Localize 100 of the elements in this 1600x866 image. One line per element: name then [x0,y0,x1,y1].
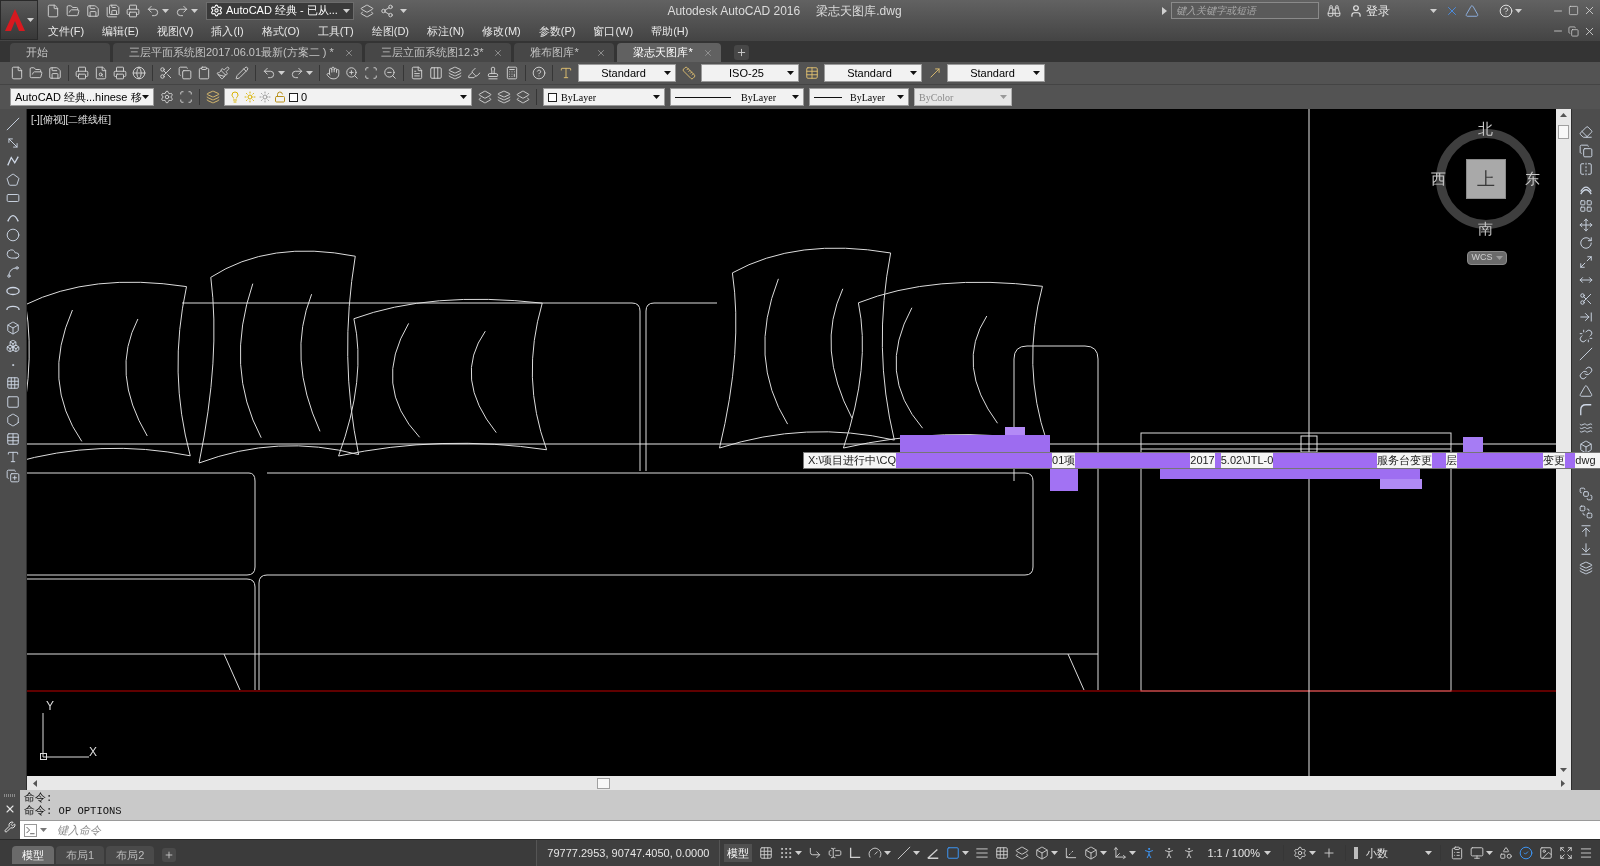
circle-icon[interactable] [6,228,20,242]
help-icon[interactable] [532,66,546,80]
table-icon[interactable] [6,431,20,446]
caret-icon[interactable] [343,8,350,13]
corner-arrow-icon[interactable] [808,846,823,860]
layers-icon[interactable] [206,90,220,104]
stamp-icon[interactable] [486,66,500,80]
bring-to-front-icon[interactable] [1579,486,1593,501]
file-icon[interactable] [10,66,24,80]
scrollbar-thumb[interactable] [1558,125,1569,139]
caret-icon[interactable] [787,71,794,75]
style-dropdown[interactable]: ISO-25 [701,64,799,82]
cube-icon[interactable] [1084,846,1099,860]
compass-label[interactable]: 北 [1478,120,1493,137]
layers-icon[interactable] [1579,560,1593,575]
save-icon[interactable] [48,66,62,80]
compass-label[interactable]: 西 [1431,170,1446,187]
menu-item[interactable]: 绘图(D) [369,22,411,40]
globe-icon[interactable] [132,66,146,80]
model-space-button[interactable]: 模型 [724,844,753,862]
caret-icon[interactable] [664,71,671,75]
calculator-icon[interactable] [505,66,519,80]
caret-icon[interactable] [1129,851,1137,855]
units-dropdown[interactable]: 小数 [1352,844,1434,862]
ruler-icon[interactable] [682,66,696,80]
text-icon[interactable] [6,450,20,464]
viewcube-face[interactable]: 上 [1466,159,1506,199]
viewport-controls-label[interactable]: [-][俯视][二维线框] [31,112,111,127]
move-icon[interactable] [1579,217,1593,232]
save-icon[interactable] [86,3,100,18]
corner-brackets-icon[interactable] [179,90,193,104]
caret-icon[interactable] [1486,851,1493,855]
coordinates-readout[interactable]: 79777.2953, 90747.4050, 0.0000 [536,840,721,866]
coordinate-system-menu[interactable]: WCS [1467,251,1507,265]
printer-icon[interactable] [113,66,127,80]
scissors-icon[interactable] [159,66,173,80]
style-dropdown[interactable]: Standard [578,64,676,82]
caret-icon[interactable] [26,18,34,22]
slash-icon[interactable] [897,846,912,860]
four-squares-icon[interactable] [1579,199,1593,213]
menu-item[interactable]: 修改(M) [480,22,523,40]
menu-item[interactable]: 视图(V) [154,22,196,40]
caret-icon[interactable] [1033,71,1040,75]
scroll-up-icon[interactable] [1560,113,1567,117]
dot-grid-icon[interactable] [779,846,794,860]
clipboard-icon[interactable] [197,66,211,80]
gear-icon[interactable] [160,90,174,104]
grip-dots-icon[interactable] [4,794,16,797]
spline-icon[interactable] [6,265,20,279]
polyline-icon[interactable] [6,154,20,168]
cubes-icon[interactable] [6,339,20,353]
undo-icon[interactable] [146,3,160,18]
grid-icon[interactable] [6,376,20,390]
compass-label[interactable]: 东 [1525,170,1540,187]
layers-icon[interactable] [360,3,374,18]
menu-item[interactable]: 窗口(W) [591,22,636,40]
grid-icon[interactable] [995,846,1010,860]
layer-dropdown[interactable]: 0 [224,88,472,106]
zoom-in-icon[interactable] [345,66,359,80]
angle-icon[interactable] [926,846,941,860]
rotate-icon[interactable] [1579,236,1593,250]
close-icon[interactable] [1583,4,1596,17]
save-all-icon[interactable] [106,3,120,18]
layout-tab[interactable]: 模型 [12,846,54,864]
monitor-icon[interactable] [1470,846,1484,860]
caret-icon[interactable] [962,851,970,855]
file-tab[interactable]: 雅布图库* [514,43,615,62]
leader-arrow-icon[interactable] [928,66,942,80]
caret-icon[interactable] [795,851,803,855]
folder-icon[interactable] [29,66,43,80]
property-dropdown[interactable]: ByLayer [670,88,804,106]
expand-arrows-icon[interactable] [1579,254,1593,269]
scroll-right-icon[interactable] [1561,779,1565,787]
pencil-icon[interactable] [235,66,249,80]
undo-icon[interactable] [262,66,276,80]
sign-in-button[interactable]: 登录 [1349,1,1390,20]
plus-icon[interactable] [1322,846,1336,860]
triangle-icon[interactable] [1465,3,1479,18]
broken-link-icon[interactable] [1579,328,1593,343]
wrench-icon[interactable] [4,821,16,833]
binoculars-icon[interactable] [1327,3,1341,18]
gauge-icon[interactable] [868,846,883,860]
copy-plus-icon[interactable] [6,468,20,483]
expand-icon[interactable] [1559,846,1573,860]
caret-icon[interactable] [1309,851,1316,855]
file-tab[interactable]: 开始 [10,43,110,62]
share-icon[interactable] [380,3,394,18]
paintbrush-icon[interactable] [216,66,230,80]
menu-item[interactable]: 标注(N) [425,22,467,40]
lines-icon[interactable] [975,846,990,860]
caret-icon[interactable] [1051,851,1059,855]
style-dropdown[interactable]: Standard [947,64,1045,82]
grid-icon[interactable] [759,846,774,860]
diagonal-arrows-icon[interactable] [6,135,20,150]
caret-icon[interactable] [792,95,799,99]
caret-icon[interactable] [1425,851,1432,855]
search-field[interactable]: 键入关键字或短语 [1171,2,1319,19]
cube-icon[interactable] [1035,846,1050,860]
command-input[interactable]: 键入命令 [49,821,1600,839]
redo-icon[interactable] [290,66,304,80]
